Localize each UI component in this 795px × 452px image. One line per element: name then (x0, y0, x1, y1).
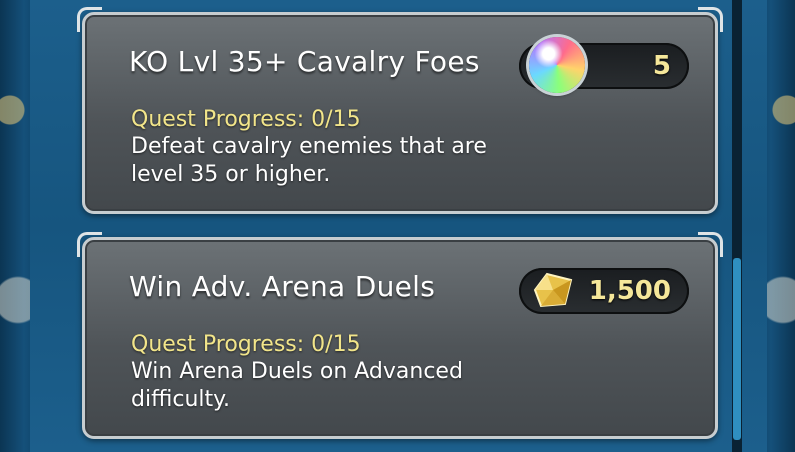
reward-badge: 1,500 (519, 268, 689, 314)
crystal-icon (533, 272, 573, 308)
quest-title: KO Lvl 35+ Cavalry Foes (129, 45, 480, 78)
scrollbar-thumb[interactable] (733, 258, 741, 440)
quest-progress: Quest Progress: 0/15 (131, 107, 361, 132)
quest-title: Win Adv. Arena Duels (129, 270, 436, 303)
reward-badge: 5 (519, 37, 689, 93)
quest-card[interactable]: Win Adv. Arena Duels Quest Progress: 0/1… (77, 232, 723, 439)
quest-description: Defeat cavalry enemies that are level 35… (131, 134, 487, 187)
quest-description: Win Arena Duels on Advanced difficulty. (131, 359, 463, 412)
reward-amount: 1,500 (588, 276, 671, 306)
quest-card[interactable]: KO Lvl 35+ Cavalry Foes Quest Progress: … (77, 7, 723, 214)
reward-amount: 5 (652, 51, 671, 81)
orb-icon (529, 37, 585, 93)
quest-progress: Quest Progress: 0/15 (131, 332, 361, 357)
